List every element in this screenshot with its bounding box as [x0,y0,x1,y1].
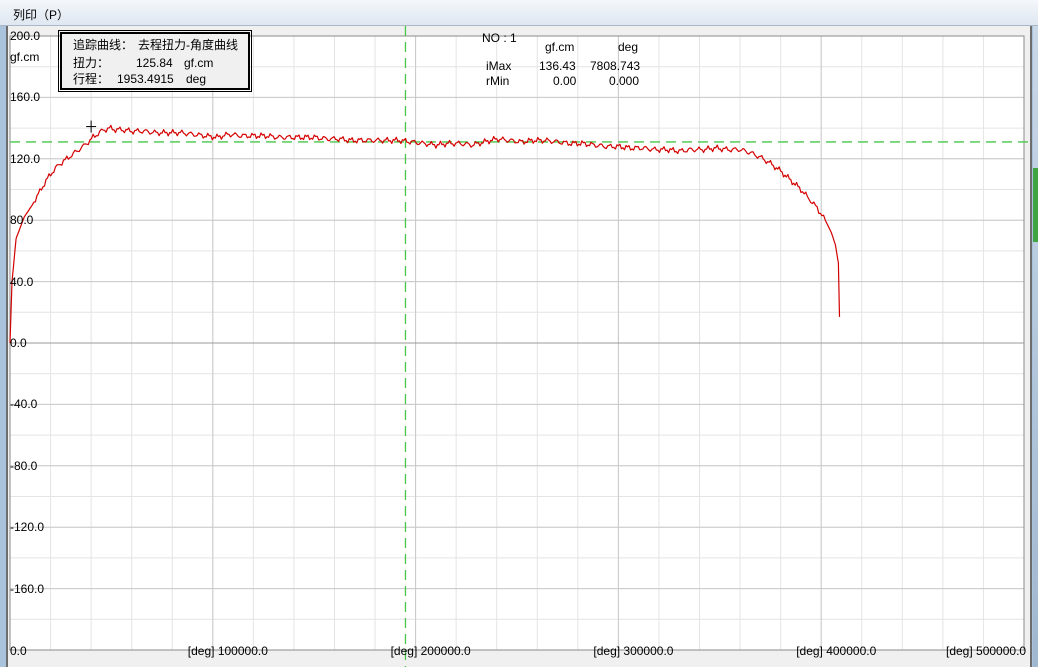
torque-unit: gf.cm [184,56,214,70]
stats-row-value: 0.000 [609,74,640,88]
curve-number: NO : 1 [482,31,517,45]
trace-label: 追踪曲线： [73,38,134,52]
stats-header-torque: gf.cm [545,40,575,54]
x-tick-label: [deg] 200000.0 [390,644,471,658]
y-tick-label: 160.0 [10,90,41,105]
y-tick-label: 0.0 [10,336,27,350]
trace-info-box: 追踪曲线： 去程扭力-角度曲线 扭力： 125.84 gf.cm 行程： 195… [58,30,252,92]
stats-row-label: rMin [486,74,510,88]
travel-value: 1953.4915 [117,72,174,86]
y-tick-label: 40.0 [10,274,34,289]
y-tick-label: -40.0 [10,397,38,412]
stats-header-angle: deg [618,40,639,54]
y-tick-label: 200.0 [10,29,41,43]
y-tick-label: 80.0 [10,213,34,228]
stats-row-value: 7808.743 [590,59,641,73]
y-axis-label: gf.cm [10,50,40,64]
travel-label: 行程： [73,72,110,86]
x-axis-origin-label: 0.0 [10,644,27,658]
y-tick-label: -160.0 [10,581,45,596]
chart-canvas[interactable] [0,0,1038,667]
y-tick-label: 120.0 [10,151,41,166]
trace-value: 去程扭力-角度曲线 [138,38,238,52]
x-tick-label: [deg] 400000.0 [796,644,877,658]
stats-row-label: iMax [486,59,512,73]
stats-row-value: 136.43 [539,59,576,73]
torque-value: 125.84 [136,56,173,70]
stats-row-value: 0.00 [553,74,577,88]
y-tick-label: -80.0 [10,458,38,473]
travel-unit: deg [186,72,207,86]
x-tick-label: [deg] 100000.0 [187,644,268,658]
x-tick-label: [deg] 300000.0 [593,644,674,658]
x-tick-label: [deg] 500000.0 [946,644,1027,658]
torque-label: 扭力： [73,56,110,70]
y-tick-label: -120.0 [10,520,45,535]
